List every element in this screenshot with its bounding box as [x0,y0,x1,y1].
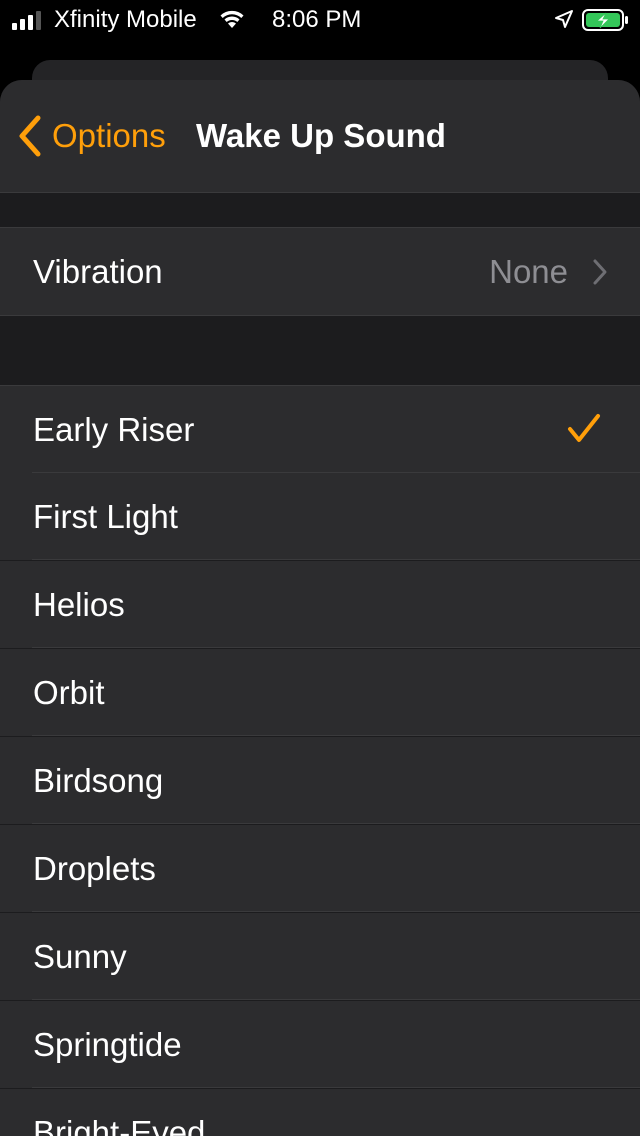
sound-label: Birdsong [33,762,164,799]
sound-label: First Light [33,498,178,535]
sound-label: Helios [33,586,125,623]
clock-time: 8:06 PM [272,6,362,33]
back-button-label: Options [52,117,166,154]
sound-label: Orbit [33,674,105,711]
sound-row-sunny[interactable]: Sunny [0,913,640,1000]
sound-label: Early Riser [33,411,195,448]
sound-row-orbit[interactable]: Orbit [0,649,640,736]
row-separator [32,735,640,736]
sound-row-early-riser[interactable]: Early Riser [0,385,640,473]
chevron-right-icon [593,259,607,285]
row-separator [32,823,640,824]
status-bar: Xfinity Mobile 8:06 PM [0,0,640,40]
carrier-name: Xfinity Mobile [54,6,197,33]
sound-label: Springtide [33,1026,182,1063]
wifi-icon [220,10,244,28]
page-title: Wake Up Sound [196,117,446,154]
row-separator [32,1087,640,1088]
battery-charging-icon [582,9,628,31]
sound-label: Sunny [33,938,127,975]
chevron-left-icon [19,115,41,157]
sound-row-helios[interactable]: Helios [0,561,640,648]
back-button[interactable]: Options [16,112,166,160]
sound-row-springtide[interactable]: Springtide [0,1001,640,1088]
sound-label: Bright-Eyed [33,1114,206,1136]
modal-sheet: Options Wake Up Sound Vibration None Ear… [0,80,640,1136]
vibration-row[interactable]: Vibration None [0,227,640,316]
sound-label: Droplets [33,850,156,887]
section-spacer [0,193,640,227]
section-spacer [0,316,640,385]
sound-row-first-light[interactable]: First Light [0,473,640,560]
sound-row-droplets[interactable]: Droplets [0,825,640,912]
row-separator [32,999,640,1000]
vibration-label: Vibration [33,253,163,290]
location-arrow-icon [555,10,573,28]
navigation-bar: Options Wake Up Sound [0,80,640,193]
sound-row-bright-eyed[interactable]: Bright-Eyed [0,1089,640,1136]
sound-row-birdsong[interactable]: Birdsong [0,737,640,824]
cellular-signal-icon [12,10,41,30]
row-separator [32,559,640,560]
checkmark-icon [568,414,600,442]
vibration-value: None [489,253,568,290]
row-separator [32,911,640,912]
row-separator [32,647,640,648]
